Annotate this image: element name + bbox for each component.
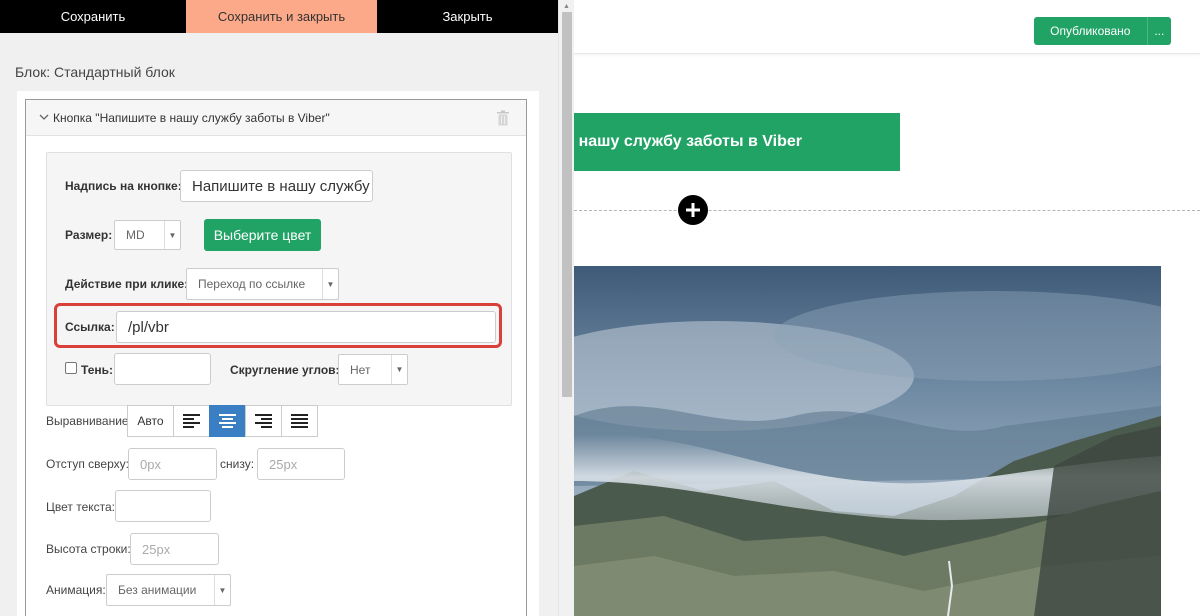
save-and-close-button[interactable]: Сохранить и закрыть <box>186 0 377 33</box>
trash-icon[interactable] <box>496 110 510 126</box>
rounding-label: Скругление углов: <box>230 363 340 377</box>
editor-toolbar: Сохранить Сохранить и закрыть Закрыть <box>0 0 558 33</box>
choose-color-button[interactable]: Выберите цвет <box>204 219 321 251</box>
text-color-label: Цвет текста: <box>46 500 116 514</box>
shadow-checkbox[interactable] <box>65 362 77 374</box>
preview-header: Опубликовано ... <box>574 0 1200 54</box>
size-label: Размер: <box>65 228 113 242</box>
dropdown-arrow-icon: ▼ <box>164 221 180 249</box>
block-title: Блок: Стандартный блок <box>15 64 175 80</box>
block-separator <box>574 210 1200 211</box>
editor-panel: Сохранить Сохранить и закрыть Закрыть Бл… <box>0 0 558 616</box>
mountain-photo <box>574 266 1161 616</box>
align-center-icon <box>219 414 236 428</box>
dropdown-arrow-icon: ▼ <box>391 355 407 384</box>
page-preview: Опубликовано ... Напишите в нашу службу … <box>574 0 1200 616</box>
button-text-input[interactable]: Напишите в нашу службу заботы в Viber <box>180 170 373 202</box>
rounding-select[interactable]: Нет ▼ <box>338 354 408 385</box>
align-left-icon <box>183 414 200 428</box>
preview-viber-button[interactable]: Напишите в нашу службу заботы в Viber <box>574 113 900 171</box>
editor-scrollbar[interactable]: ▲ <box>558 0 574 616</box>
rounding-value: Нет <box>350 362 371 377</box>
align-label: Выравнивание <box>46 414 129 428</box>
padding-bottom-input[interactable]: 25px <box>257 448 345 480</box>
scrollbar-thumb[interactable] <box>562 12 572 397</box>
animation-value: Без анимации <box>118 583 197 597</box>
align-right-button[interactable] <box>245 405 282 437</box>
align-auto-button[interactable]: Авто <box>127 405 174 437</box>
shadow-label: Тень: <box>81 363 114 377</box>
align-right-icon <box>255 414 272 428</box>
button-element-title: Кнопка "Напишите в нашу службу заботы в … <box>53 111 330 125</box>
publish-more-button[interactable]: ... <box>1148 17 1171 45</box>
published-button[interactable]: Опубликовано <box>1034 17 1148 45</box>
padding-top-input[interactable]: 0px <box>128 448 217 480</box>
align-left-button[interactable] <box>173 405 210 437</box>
add-block-button[interactable] <box>678 195 708 225</box>
scroll-up-arrow-icon[interactable]: ▲ <box>563 3 570 10</box>
padding-bottom-label: снизу: <box>220 457 255 471</box>
close-button[interactable]: Закрыть <box>377 0 558 33</box>
line-height-input[interactable]: 25px <box>130 533 219 565</box>
save-button[interactable]: Сохранить <box>0 0 186 33</box>
dropdown-arrow-icon: ▼ <box>214 575 230 605</box>
line-height-label: Высота строки: <box>46 542 131 556</box>
align-justify-button[interactable] <box>281 405 318 437</box>
size-value: MD <box>126 228 145 242</box>
plus-icon <box>686 203 700 217</box>
link-input[interactable]: /pl/vbr <box>116 311 496 343</box>
link-label: Ссылка: <box>65 320 115 334</box>
dropdown-arrow-icon: ▼ <box>322 269 338 299</box>
animation-label: Анимация: <box>46 583 106 597</box>
align-button-group: Авто <box>127 405 318 437</box>
align-justify-icon <box>291 414 308 428</box>
click-action-label: Действие при клике: <box>65 277 189 291</box>
shadow-input[interactable] <box>114 353 211 385</box>
publish-button-group: Опубликовано ... <box>1034 17 1171 45</box>
align-center-button[interactable] <box>209 405 246 437</box>
button-text-label: Надпись на кнопке: <box>65 179 182 193</box>
size-select[interactable]: MD ▼ <box>114 220 181 250</box>
click-action-select[interactable]: Переход по ссылке ▼ <box>186 268 339 300</box>
click-action-value: Переход по ссылке <box>198 277 306 291</box>
button-element-header[interactable]: Кнопка "Напишите в нашу службу заботы в … <box>26 100 526 136</box>
padding-top-label: Отступ сверху: <box>46 457 129 471</box>
text-color-input[interactable] <box>115 490 211 522</box>
chevron-down-icon[interactable] <box>39 112 49 122</box>
preview-button-text: Напишите в нашу службу заботы в Viber <box>574 133 802 150</box>
animation-select[interactable]: Без анимации ▼ <box>106 574 231 606</box>
